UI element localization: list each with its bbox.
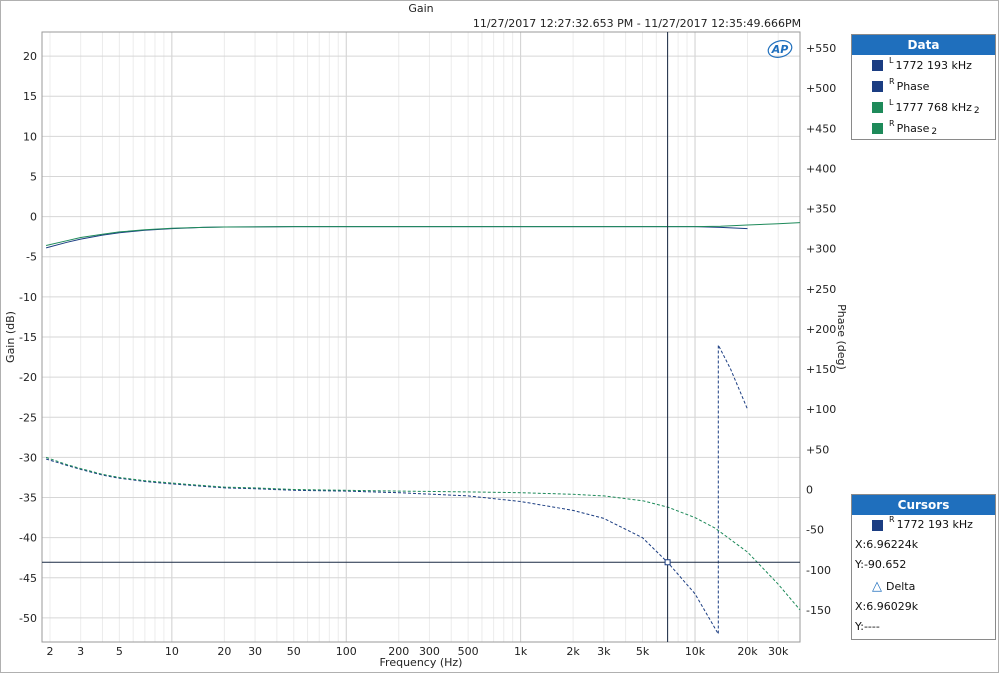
y2-tick-label: +250 xyxy=(806,283,836,296)
cursor-series-row[interactable]: R 1772 193 kHz xyxy=(852,515,995,535)
y-tick-label: -10 xyxy=(19,291,37,304)
y-tick-label: -5 xyxy=(26,251,37,264)
legend-suffix: 2 xyxy=(931,126,938,137)
x-tick-label: 10k xyxy=(685,645,706,658)
y2-tick-label: +450 xyxy=(806,122,836,135)
y2-tick-label: +350 xyxy=(806,203,836,216)
legend-channel: L xyxy=(889,98,894,107)
y-tick-label: -45 xyxy=(19,572,37,585)
x-tick-label: 3k xyxy=(597,645,611,658)
y-tick-label: 0 xyxy=(30,211,37,224)
legend-label: 1777 768 kHz xyxy=(895,101,972,114)
legend-swatch xyxy=(872,123,883,134)
legend-label: 1772 193 kHz xyxy=(895,59,972,72)
cursor-marker[interactable] xyxy=(664,559,671,566)
y-tick-label: -35 xyxy=(19,492,37,505)
cursor-series-swatch xyxy=(872,519,883,531)
x-tick-label: 5k xyxy=(636,645,650,658)
y2-tick-label: -50 xyxy=(806,524,824,537)
cursors-title: Cursors xyxy=(852,495,995,515)
y-tick-label: 5 xyxy=(30,170,37,183)
x-tick-label: 2k xyxy=(566,645,580,658)
legend-item-1[interactable]: L 1772 193 kHz xyxy=(852,55,995,76)
y2-tick-label: +50 xyxy=(806,443,829,456)
x-tick-label: 3 xyxy=(77,645,84,658)
y-tick-label: -50 xyxy=(19,612,37,625)
x-tick-label: 30 xyxy=(248,645,262,658)
cursors-panel[interactable]: Cursors R 1772 193 kHz X:6.96224k Y:-90.… xyxy=(851,494,996,640)
legend-label: Phase xyxy=(896,122,930,135)
legend-swatch xyxy=(872,60,883,71)
y2-tick-label: -100 xyxy=(806,564,831,577)
legend-channel: R xyxy=(889,119,895,128)
x-tick-label: 2 xyxy=(46,645,53,658)
x-axis-label: Frequency (Hz) xyxy=(380,656,463,669)
legend-item-4[interactable]: R Phase 2 xyxy=(852,118,995,139)
cursor-series-channel: R xyxy=(889,515,895,524)
x-tick-label: 20 xyxy=(217,645,231,658)
y-tick-label: -30 xyxy=(19,451,37,464)
chart-timestamp: 11/27/2017 12:27:32.653 PM - 11/27/2017 … xyxy=(473,17,801,30)
chart-title: Gain xyxy=(408,2,433,15)
y-tick-label: -20 xyxy=(19,371,37,384)
x-tick-label: 1k xyxy=(514,645,528,658)
cursor-y-readout: Y:-90.652 xyxy=(855,558,907,571)
y2-tick-label: +500 xyxy=(806,82,836,95)
x-tick-label: 30k xyxy=(768,645,789,658)
x-tick-label: 10 xyxy=(165,645,179,658)
delta-icon: △ xyxy=(872,578,882,594)
y2-tick-label: -150 xyxy=(806,604,831,617)
y2-tick-label: +400 xyxy=(806,162,836,175)
legend-suffix: 2 xyxy=(973,105,980,116)
legend-item-2[interactable]: R Phase xyxy=(852,76,995,97)
delta-label: Delta xyxy=(886,579,916,593)
delta-row[interactable]: △ Delta xyxy=(852,575,995,597)
delta-y-readout: Y:---- xyxy=(855,620,880,633)
data-legend-panel[interactable]: Data L 1772 193 kHz R Phase L 1777 768 kHz 2 R P… xyxy=(851,34,996,140)
x-tick-label: 50 xyxy=(287,645,301,658)
y-tick-label: -40 xyxy=(19,532,37,545)
cursor-x-readout: X:6.96224k xyxy=(855,538,919,551)
y2-tick-label: +550 xyxy=(806,42,836,55)
delta-x-readout: X:6.96029k xyxy=(855,600,919,613)
y-axis-label: Gain (dB) xyxy=(4,311,17,363)
legend-channel: L xyxy=(889,56,894,65)
legend-item-3[interactable]: L 1777 768 kHz 2 xyxy=(852,97,995,118)
gain-phase-chart[interactable]: Gain 11/27/2017 12:27:32.653 PM - 11/27/… xyxy=(0,0,999,673)
y-tick-label: 15 xyxy=(23,90,37,103)
cursor-series-label: 1772 193 kHz xyxy=(896,518,973,531)
y-tick-label: 10 xyxy=(23,130,37,143)
legend-channel: R xyxy=(889,77,895,86)
y2-tick-label: +100 xyxy=(806,403,836,416)
y2-tick-label: +200 xyxy=(806,323,836,336)
legend-label: Phase xyxy=(896,80,930,93)
y2-tick-label: +300 xyxy=(806,243,836,256)
legend-swatch xyxy=(872,81,883,92)
y2-tick-label: 0 xyxy=(806,484,813,497)
ap-logo-text: AP xyxy=(771,43,789,56)
ap-logo: AP xyxy=(767,40,793,58)
y-tick-label: -15 xyxy=(19,331,37,344)
data-legend-title: Data xyxy=(852,35,995,55)
y2-axis-label: Phase (deg) xyxy=(835,304,848,370)
x-tick-label: 5 xyxy=(116,645,123,658)
x-tick-label: 20k xyxy=(737,645,758,658)
y-tick-label: 20 xyxy=(23,50,37,63)
legend-swatch xyxy=(872,102,883,113)
y-tick-label: -25 xyxy=(19,411,37,424)
x-tick-label: 100 xyxy=(336,645,357,658)
y2-tick-label: +150 xyxy=(806,363,836,376)
